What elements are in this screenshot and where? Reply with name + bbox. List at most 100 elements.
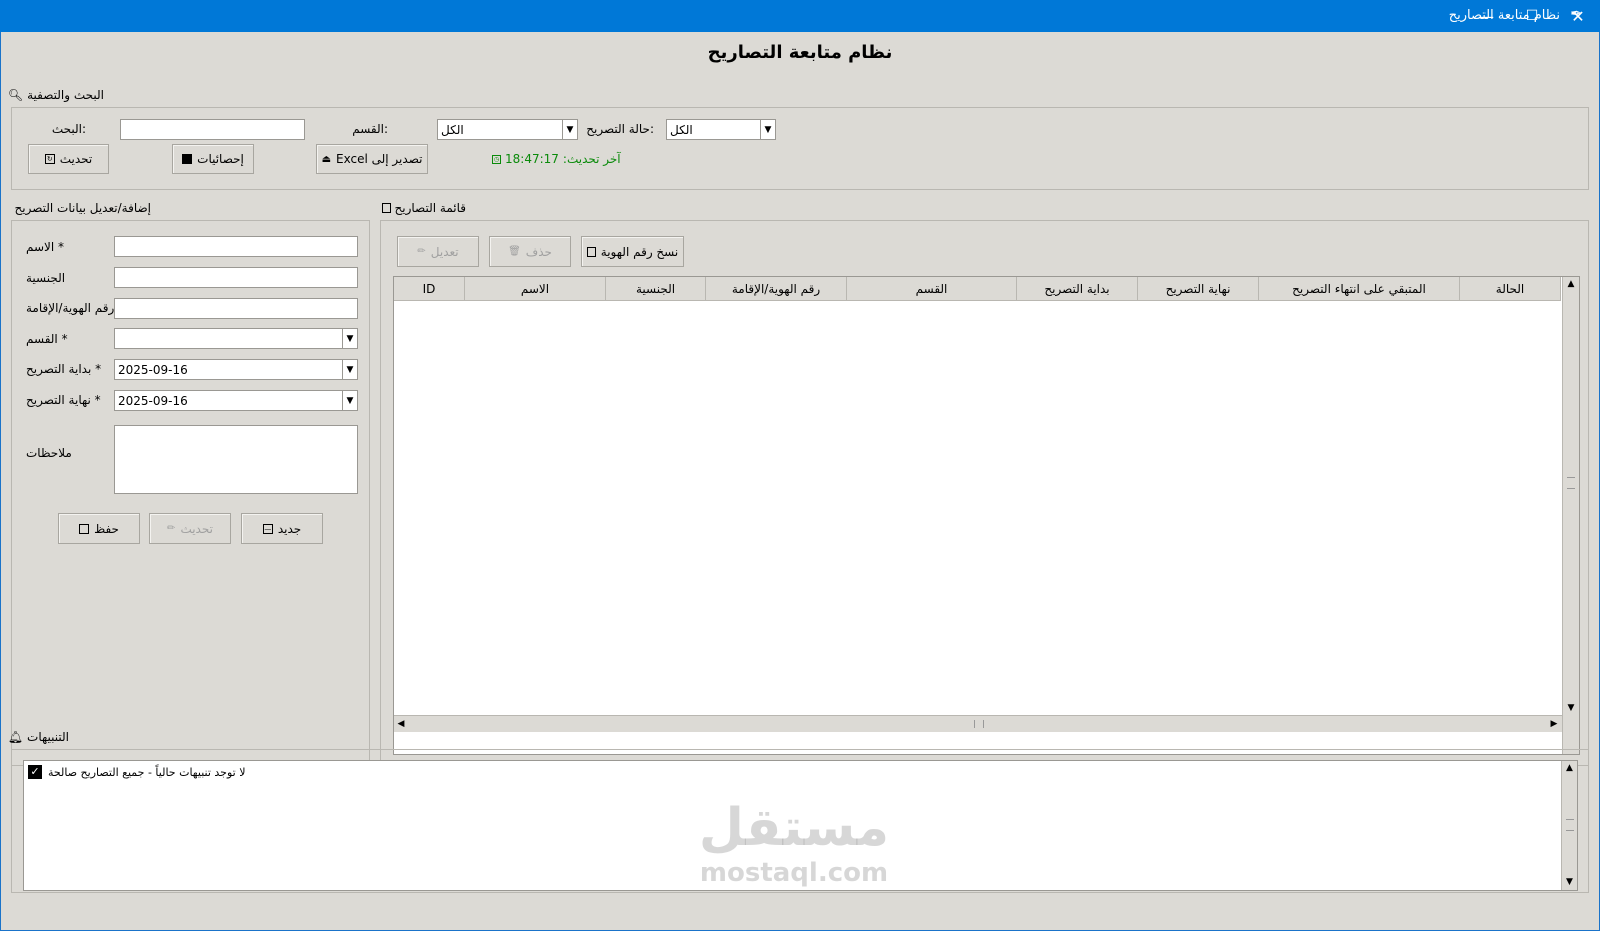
status-filter-select[interactable]: الكل ▼ bbox=[666, 119, 776, 140]
alerts-list[interactable]: ✓ لا توجد تنبيهات حالياً - جميع التصاريح… bbox=[23, 760, 1578, 891]
search-input[interactable] bbox=[120, 119, 305, 140]
last-update-label: آخر تحديث: bbox=[562, 152, 621, 166]
search-label: :البحث bbox=[51, 122, 86, 136]
copy-id-button[interactable]: نسخ رقم الهوية bbox=[581, 236, 684, 267]
department-label: * القسم bbox=[26, 332, 68, 346]
column-header-name[interactable]: الاسم bbox=[465, 277, 606, 301]
column-header-department[interactable]: القسم bbox=[847, 277, 1017, 301]
alerts-group-label-text: التنبيهات bbox=[27, 730, 69, 744]
name-input[interactable] bbox=[114, 236, 358, 257]
statistics-button-label: إحصائيات bbox=[197, 152, 244, 166]
nationality-input[interactable] bbox=[114, 267, 358, 288]
scroll-up-icon[interactable]: ▲ bbox=[1563, 277, 1579, 291]
new-button[interactable]: جديد — bbox=[241, 513, 323, 544]
list-group-label-text: قائمة التصاريح bbox=[394, 201, 466, 215]
export-excel-button-label: تصدير إلى Excel bbox=[336, 152, 423, 166]
scroll-down-icon[interactable]: ▼ bbox=[1562, 875, 1577, 889]
edit-button[interactable]: تعديل ✏ bbox=[397, 236, 479, 267]
watermark-latin: mostaql.com bbox=[699, 858, 889, 888]
alerts-vertical-scrollbar[interactable]: ▲ ▼ bbox=[1561, 761, 1577, 890]
window-client: نظام متابعة التصاريح البحث والتصفية 🔍︎ :… bbox=[1, 32, 1599, 930]
edit-button-label: تعديل bbox=[430, 244, 459, 259]
column-header-id-number[interactable]: رقم الهوية/الإقامة bbox=[706, 277, 847, 301]
chevron-down-icon[interactable]: ▼ bbox=[760, 120, 775, 139]
department-filter-select[interactable]: الكل ▼ bbox=[437, 119, 578, 140]
chevron-down-icon[interactable]: ▼ bbox=[342, 329, 357, 348]
id-number-input[interactable] bbox=[114, 298, 358, 319]
save-button[interactable]: حفظ bbox=[58, 513, 140, 544]
refresh-button[interactable]: تحديث ↻ bbox=[28, 144, 109, 174]
export-icon: ⏏ bbox=[321, 153, 332, 165]
pencil-icon: ✏ bbox=[417, 246, 426, 257]
nationality-label: الجنسية bbox=[26, 271, 66, 285]
scroll-left-icon[interactable]: ◀ bbox=[394, 716, 408, 732]
department-select[interactable]: ▼ bbox=[114, 328, 358, 349]
update-button[interactable]: تحديث ✏ bbox=[149, 513, 231, 544]
column-header-start-date[interactable]: بداية التصريح bbox=[1017, 277, 1138, 301]
notes-label: ملاحظات bbox=[26, 446, 72, 460]
form-group-label-text: إضافة/تعديل بيانات التصريح bbox=[14, 201, 151, 215]
column-header-nationality[interactable]: الجنسية bbox=[606, 277, 706, 301]
alerts-group-label: التنبيهات 🔔︎ bbox=[8, 730, 69, 744]
department-filter-value: الكل bbox=[441, 122, 464, 137]
notes-textarea[interactable] bbox=[114, 425, 358, 494]
delete-button[interactable]: حذف 🗑︎ bbox=[489, 236, 571, 267]
app-title: نظام متابعة التصاريح bbox=[707, 42, 893, 63]
check-box-icon: ✓ bbox=[28, 765, 42, 779]
window-titlebar[interactable]: ✒ نظام متابعة التصاريح — ☐ ✕ bbox=[0, 0, 1600, 32]
scroll-thumb-grip[interactable] bbox=[974, 720, 984, 728]
department-filter-label: :القسم bbox=[352, 122, 388, 136]
scroll-down-icon[interactable]: ▼ bbox=[1563, 701, 1579, 715]
name-label: * الاسم bbox=[26, 240, 65, 254]
copy-id-button-label: نسخ رقم الهوية bbox=[600, 244, 679, 259]
search-group-label: البحث والتصفية 🔍︎ bbox=[8, 88, 104, 102]
save-button-label: حفظ bbox=[94, 521, 119, 536]
list-group-label: قائمة التصاريح bbox=[381, 201, 466, 215]
last-update-time: 18:47:17 bbox=[505, 152, 559, 166]
id-number-label: رقم الهوية/الإقامة bbox=[26, 301, 115, 315]
end-date-label: * نهاية التصريح bbox=[26, 393, 101, 407]
form-group-label: إضافة/تعديل بيانات التصريح bbox=[14, 201, 151, 215]
column-header-end-date[interactable]: نهاية التصريح bbox=[1138, 277, 1259, 301]
status-filter-label: :حالة التصريح bbox=[586, 122, 654, 136]
scroll-right-icon[interactable]: ▶ bbox=[1547, 716, 1561, 732]
end-date-picker[interactable]: 2025-09-16 ▼ bbox=[114, 390, 358, 411]
alert-item-text: لا توجد تنبيهات حالياً - جميع التصاريح ص… bbox=[48, 765, 246, 779]
alert-item[interactable]: ✓ لا توجد تنبيهات حالياً - جميع التصاريح… bbox=[28, 765, 245, 779]
bar-chart-icon bbox=[182, 154, 193, 164]
permits-table[interactable]: ID الاسم الجنسية رقم الهوية/الإقامة القس… bbox=[393, 276, 1580, 755]
update-button-label: تحديث bbox=[180, 521, 213, 536]
pencil-icon: ✏ bbox=[167, 523, 176, 534]
refresh-button-label: تحديث bbox=[59, 152, 93, 166]
delete-button-label: حذف bbox=[525, 244, 552, 259]
floppy-disk-icon bbox=[79, 523, 90, 534]
column-header-id[interactable]: ID bbox=[394, 277, 465, 301]
scroll-thumb-grip[interactable] bbox=[1567, 477, 1575, 489]
last-update-status: آخر تحديث: 18:47:17 ◷ bbox=[492, 152, 621, 166]
chevron-down-icon[interactable]: ▼ bbox=[562, 120, 577, 139]
scroll-thumb-grip[interactable] bbox=[1566, 819, 1574, 831]
search-icon: 🔍︎ bbox=[7, 88, 24, 102]
watermark-arabic: مستقل bbox=[698, 798, 890, 858]
clipboard-icon bbox=[381, 203, 391, 213]
start-date-value: 2025-09-16 bbox=[118, 362, 188, 377]
chevron-down-icon[interactable]: ▼ bbox=[342, 391, 357, 410]
statistics-button[interactable]: إحصائيات bbox=[172, 144, 254, 174]
maximize-button[interactable]: ☐ bbox=[1509, 0, 1555, 32]
start-date-label: * بداية التصريح bbox=[26, 362, 102, 376]
table-horizontal-scrollbar[interactable]: ◀ ▶ bbox=[394, 715, 1562, 732]
column-header-status[interactable]: الحالة bbox=[1460, 277, 1561, 301]
chevron-down-icon[interactable]: ▼ bbox=[342, 360, 357, 379]
clock-icon: ◷ bbox=[492, 154, 501, 164]
close-button[interactable]: ✕ bbox=[1555, 0, 1600, 32]
scroll-up-icon[interactable]: ▲ bbox=[1562, 761, 1577, 775]
export-excel-button[interactable]: تصدير إلى Excel ⏏ bbox=[316, 144, 428, 174]
minimize-button[interactable]: — bbox=[1463, 0, 1509, 32]
search-group-label-text: البحث والتصفية bbox=[27, 88, 104, 102]
status-filter-value: الكل bbox=[670, 122, 693, 137]
trash-icon: 🗑︎ bbox=[508, 246, 521, 257]
refresh-icon: ↻ bbox=[44, 154, 55, 164]
column-header-remaining[interactable]: المتبقي على انتهاء التصريح bbox=[1259, 277, 1460, 301]
table-vertical-scrollbar[interactable]: ▲ ▼ bbox=[1562, 277, 1579, 754]
start-date-picker[interactable]: 2025-09-16 ▼ bbox=[114, 359, 358, 380]
